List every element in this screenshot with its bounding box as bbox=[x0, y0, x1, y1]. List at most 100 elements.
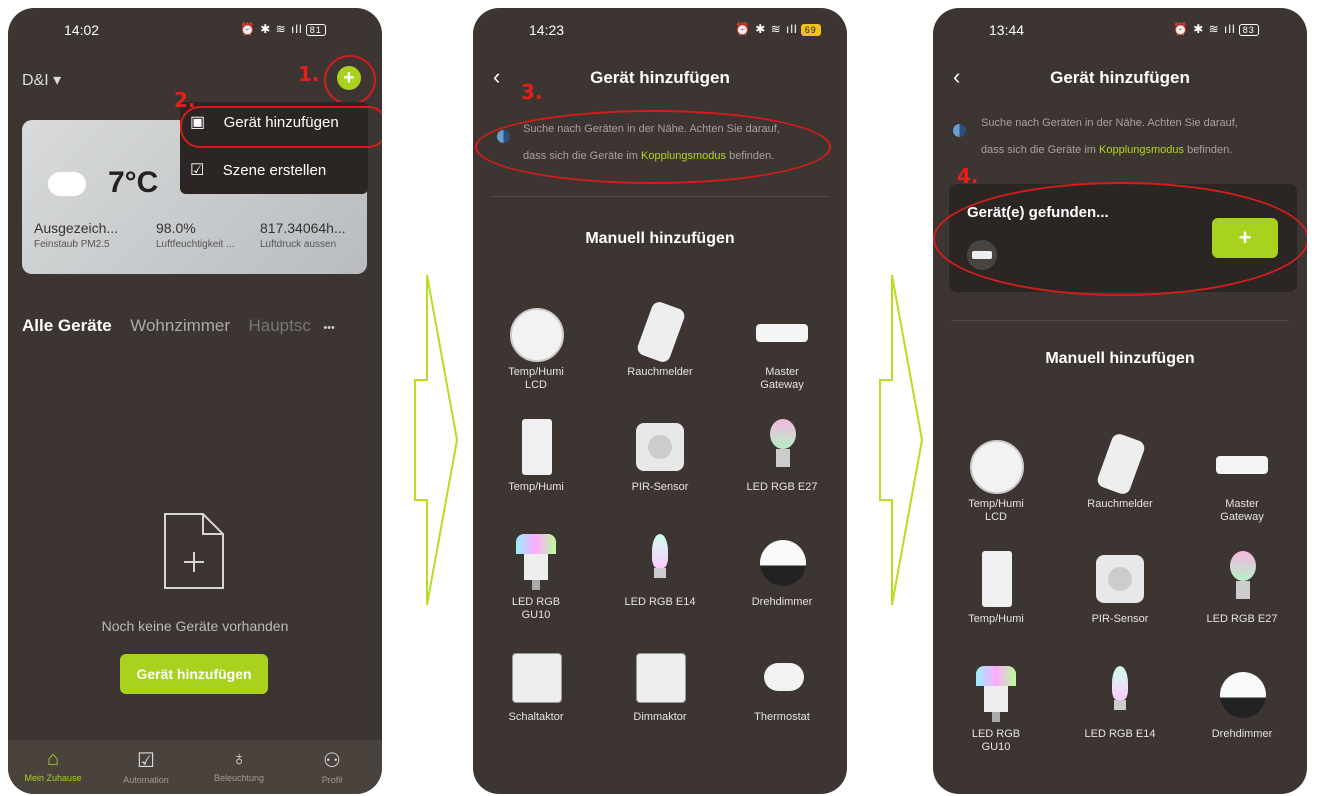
empty-file-icon bbox=[163, 512, 225, 590]
device-type-item[interactable]: Drehdimmer bbox=[727, 534, 837, 609]
phone-add-device: 14:23 ⏰ ✱ ≋ ıll 69 ‹ Gerät hinzufügen 3. … bbox=[473, 8, 847, 794]
device-type-item[interactable]: Temp/Humi LCD bbox=[481, 304, 591, 392]
more-tabs-button[interactable]: ••• bbox=[323, 322, 335, 334]
device-image-icon bbox=[508, 534, 564, 590]
status-time: 13:44 bbox=[989, 22, 1025, 38]
step-1-label: 1. bbox=[298, 62, 320, 86]
device-type-item[interactable]: Rauchmelder bbox=[605, 299, 715, 379]
status-time: 14:23 bbox=[529, 22, 565, 38]
nav-automation[interactable]: ☑ Automation bbox=[101, 740, 191, 785]
tab-all-devices[interactable]: Alle Geräte bbox=[22, 316, 112, 335]
annotation-ring-2 bbox=[180, 106, 382, 148]
device-label: Temp/Humi LCD bbox=[508, 366, 564, 391]
bottom-nav: ⌂ Mein Zuhause ☑ Automation ♁ Beleuchtung ⚇… bbox=[8, 740, 382, 794]
device-image-icon bbox=[1092, 551, 1148, 607]
device-type-item[interactable]: LED RGB E27 bbox=[727, 419, 837, 494]
stat-label: Feinstaub PM2.5 bbox=[34, 239, 110, 250]
device-label: Temp/Humi LCD bbox=[968, 498, 1024, 523]
scan-icon bbox=[953, 124, 966, 137]
device-image-icon bbox=[508, 304, 564, 362]
device-image-icon bbox=[632, 299, 688, 365]
device-type-item[interactable]: Master Gateway bbox=[727, 304, 837, 392]
home-selector[interactable]: D&I ▾ bbox=[22, 70, 61, 90]
device-type-item[interactable]: Temp/Humi LCD bbox=[941, 436, 1051, 524]
stat-label: Luftdruck aussen bbox=[260, 239, 337, 250]
annotation-ring-4 bbox=[933, 182, 1307, 296]
nav-lighting[interactable]: ♁ Beleuchtung bbox=[194, 740, 284, 783]
profile-icon: ⚇ bbox=[323, 750, 341, 772]
bulb-icon: ♁ bbox=[231, 748, 247, 770]
add-device-button[interactable]: Gerät hinzufügen bbox=[120, 654, 268, 694]
device-image-icon bbox=[632, 534, 688, 590]
device-label: PIR-Sensor bbox=[1091, 613, 1149, 625]
device-type-item[interactable]: LED RGB GU10 bbox=[481, 534, 591, 622]
menu-item-create-scene[interactable]: ☑ Szene erstellen bbox=[190, 160, 360, 186]
device-type-item[interactable]: Drehdimmer bbox=[1187, 666, 1297, 741]
device-type-item[interactable]: Temp/Humi bbox=[481, 419, 591, 494]
device-image-icon bbox=[968, 436, 1024, 494]
device-label: LED RGB E14 bbox=[624, 596, 696, 608]
step-3-label: 3. bbox=[521, 80, 543, 104]
nav-home[interactable]: ⌂ Mein Zuhause bbox=[8, 740, 98, 783]
device-type-item[interactable]: Rauchmelder bbox=[1065, 431, 1175, 511]
device-label: Temp/Humi bbox=[508, 481, 564, 493]
tab-main[interactable]: Hauptsc bbox=[249, 316, 311, 335]
device-type-item[interactable]: Master Gateway bbox=[1187, 436, 1297, 524]
annotation-ring-3 bbox=[475, 110, 831, 184]
device-image-icon bbox=[632, 419, 688, 475]
flow-arrow-icon bbox=[879, 274, 924, 606]
device-type-item[interactable]: LED RGB E14 bbox=[605, 534, 715, 609]
home-icon: ⌂ bbox=[46, 748, 60, 770]
empty-state-text: Noch keine Geräte vorhanden bbox=[101, 618, 289, 634]
device-type-item[interactable]: LED RGB E14 bbox=[1065, 666, 1175, 741]
device-label: Temp/Humi bbox=[968, 613, 1024, 625]
divider bbox=[951, 320, 1289, 321]
device-type-item[interactable]: Temp/Humi bbox=[941, 551, 1051, 626]
cloud-icon bbox=[48, 172, 86, 196]
device-image-icon bbox=[968, 666, 1024, 722]
nav-profile[interactable]: ⚇ Profil bbox=[287, 740, 377, 785]
device-label: Schaltaktor bbox=[508, 711, 564, 723]
device-image-icon bbox=[1214, 436, 1270, 492]
flow-arrow-icon bbox=[414, 274, 459, 606]
device-label: Rauchmelder bbox=[1087, 498, 1153, 510]
page-title: Gerät hinzufügen bbox=[1050, 68, 1190, 87]
annotation-ring-1 bbox=[324, 55, 376, 105]
stat-value: Ausgezeich... bbox=[34, 220, 119, 236]
room-tabs: Alle Geräte Wohnzimmer Hauptsc ••• bbox=[22, 316, 382, 336]
device-type-item[interactable]: Schaltaktor bbox=[481, 649, 591, 724]
status-icons: ⏰ ✱ ≋ ıll 81 bbox=[240, 22, 326, 36]
device-label: Master Gateway bbox=[760, 366, 804, 391]
status-icons: ⏰ ✱ ≋ ıll 83 bbox=[1173, 22, 1259, 36]
phone-device-found: 13:44 ⏰ ✱ ≋ ıll 83 ‹ Gerät hinzufügen Suc… bbox=[933, 8, 1307, 794]
search-hint: Suche nach Geräten in der Nähe. Achten S… bbox=[981, 117, 1238, 156]
device-label: LED RGB GU10 bbox=[511, 596, 561, 621]
device-label: LED RGB E27 bbox=[746, 481, 818, 493]
device-image-icon bbox=[1214, 551, 1270, 607]
device-type-item[interactable]: PIR-Sensor bbox=[605, 419, 715, 494]
status-time: 14:02 bbox=[64, 22, 100, 38]
device-type-item[interactable]: LED RGB E27 bbox=[1187, 551, 1297, 626]
phone-home-screen: 14:02 ⏰ ✱ ≋ ıll 81 D&I ▾ 1. + 7°C Ausgeze… bbox=[8, 8, 382, 794]
device-label: LED RGB E27 bbox=[1206, 613, 1278, 625]
device-image-icon bbox=[508, 419, 564, 475]
device-label: Drehdimmer bbox=[751, 596, 813, 608]
status-icons: ⏰ ✱ ≋ ıll 69 bbox=[735, 22, 821, 36]
device-type-item[interactable]: Dimmaktor bbox=[605, 649, 715, 724]
scene-add-icon: ☑ bbox=[190, 162, 205, 179]
device-label: PIR-Sensor bbox=[631, 481, 689, 493]
device-type-item[interactable]: LED RGB GU10 bbox=[941, 666, 1051, 754]
pairing-mode-link[interactable]: Kopplungsmodus bbox=[1099, 144, 1184, 156]
device-image-icon bbox=[968, 551, 1024, 607]
device-type-item[interactable]: Thermostat bbox=[727, 649, 837, 724]
section-title: Manuell hinzufügen bbox=[585, 230, 735, 247]
stat-value: 817.34064h... bbox=[260, 220, 346, 236]
checkbox-icon: ☑ bbox=[137, 750, 155, 772]
device-type-item[interactable]: PIR-Sensor bbox=[1065, 551, 1175, 626]
device-label: Dimmaktor bbox=[633, 711, 687, 723]
section-title: Manuell hinzufügen bbox=[1045, 350, 1195, 367]
tab-living-room[interactable]: Wohnzimmer bbox=[130, 316, 230, 335]
device-image-icon bbox=[754, 534, 810, 590]
device-label: LED RGB GU10 bbox=[971, 728, 1021, 753]
device-label: LED RGB E14 bbox=[1084, 728, 1156, 740]
